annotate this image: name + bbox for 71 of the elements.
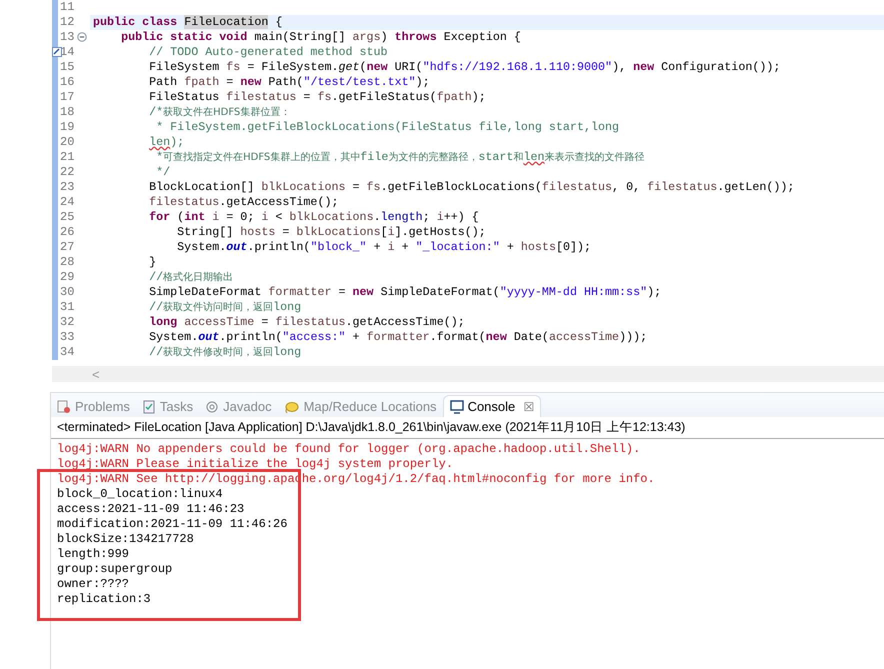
- console-line: log4j:WARN No appenders could be found for logger (org.apache.hadoop.util.Shell).: [57, 442, 642, 457]
- code-line: BlockLocation[] blkLocations = fs.getFileBlockLocations(filestatus, 0, filestatus.getLen());: [148, 180, 794, 195]
- view-tab[interactable]: Console ☒: [442, 395, 542, 417]
- line-number: 34: [60, 345, 74, 360]
- code-line: */: [155, 165, 170, 180]
- console-icon: [450, 400, 464, 414]
- code-line: public static void main(String[] args) throws Exception {: [120, 30, 521, 45]
- task-icon[interactable]: [52, 47, 62, 57]
- code-line: System.out.println("access:" + formatter.format(new Date(accessTime)));: [148, 330, 648, 345]
- line-number: 31: [60, 300, 74, 315]
- horizontal-scrollbar[interactable]: <: [52, 366, 884, 382]
- console-status: <terminated> FileLocation [Java Application] D:\Java\jdk1.8.0_261\bin\javaw.exe (2021年11月10日 上午12:13:43): [51, 417, 884, 439]
- code-line: len);: [148, 135, 184, 150]
- code-line: filestatus.getAccessTime();: [148, 195, 338, 210]
- console-line: block_0_location:linux4: [57, 487, 224, 502]
- code-line: *可查找指定文件在HDFS集群上的位置，其中file为文件的完整路径，start和 len来表示查找的文件路径: [155, 150, 644, 165]
- view-tab[interactable]: Map/Reduce Locations: [278, 396, 443, 417]
- view-tab[interactable]: Problems: [51, 396, 136, 417]
- code-line: Path fpath = new Path("/test/test.txt");: [148, 75, 430, 90]
- code-line: //获取文件访问时间，返回 long: [148, 300, 302, 315]
- console-line: access:2021-11-09 11:46:23: [57, 502, 246, 517]
- line-number: 12: [60, 15, 74, 30]
- view-tab[interactable]: Javadoc: [199, 396, 278, 417]
- code-line: SimpleDateFormat formatter = new SimpleDateFormat("yyyy-MM-dd HH:mm:ss");: [148, 285, 662, 300]
- console-line: replication:3: [57, 592, 152, 607]
- line-number: 33: [60, 330, 74, 345]
- line-number: 29: [60, 270, 74, 285]
- tasks-icon: [142, 400, 156, 414]
- problems-icon: [57, 400, 71, 414]
- close-button[interactable]: ☒: [523, 400, 534, 414]
- code-line: * FileSystem.getFileBlockLocations(FileStatus file,long start,long: [155, 120, 620, 135]
- line-number: 13: [60, 30, 74, 45]
- line-number: 16: [60, 75, 74, 90]
- code-line: }: [148, 255, 156, 270]
- line-number: 17: [60, 90, 74, 105]
- line-number: 19: [60, 120, 74, 135]
- code-line: FileStatus filestatus = fs.getFileStatus(fpath);: [148, 90, 486, 105]
- line-number: 18: [60, 105, 74, 120]
- code-line: String[] hosts = blkLocations[i].getHosts();: [176, 225, 486, 240]
- code-line: System.out.println("block_" + i + "_location:" + hosts[0]);: [176, 240, 592, 255]
- code-line: //格式化日期输出: [148, 270, 234, 285]
- line-number: 28: [60, 255, 74, 270]
- console-line: group:supergroup: [57, 562, 174, 577]
- line-number: 22: [60, 165, 74, 180]
- line-number: 26: [60, 225, 74, 240]
- line-number: 24: [60, 195, 74, 210]
- console-line: length:999: [57, 547, 130, 562]
- code-line: //获取文件修改时间，返回 long: [148, 345, 302, 360]
- line-number: 23: [60, 180, 74, 195]
- at-sign-icon: [205, 400, 220, 414]
- line-number: 27: [60, 240, 74, 255]
- line-number: 15: [60, 60, 74, 75]
- code-line: /*获取文件在HDFS集群位置：: [148, 105, 290, 120]
- code-line: long accessTime = filestatus.getAccessTime();: [148, 315, 465, 330]
- line-number: 20: [60, 135, 74, 150]
- line-number: 25: [60, 210, 74, 225]
- code-line: public class FileLocation {: [93, 15, 282, 30]
- line-number: 21: [60, 150, 74, 165]
- line-number: 32: [60, 315, 74, 330]
- code-line: // TODO Auto-generated method stub: [148, 45, 388, 60]
- scroll-left-button[interactable]: <: [92, 366, 100, 382]
- code-line: for (int i = 0; i < blkLocations.length; i++) {: [148, 210, 479, 225]
- console-line: owner:????: [57, 577, 130, 592]
- console-line: blockSize:134217728: [57, 532, 195, 547]
- code-line: FileSystem fs = FileSystem.get(new URI("hdfs://192.168.1.110:9000"), new Configuration());: [148, 60, 780, 75]
- console-line: modification:2021-11-09 11:46:26: [57, 517, 288, 532]
- view-tab[interactable]: Tasks: [136, 396, 200, 417]
- line-number: 11: [60, 0, 74, 15]
- console-line: log4j:WARN Please initialize the log4j system properly.: [57, 457, 454, 472]
- collapse-icon[interactable]: [77, 32, 87, 42]
- line-number: 30: [60, 285, 74, 300]
